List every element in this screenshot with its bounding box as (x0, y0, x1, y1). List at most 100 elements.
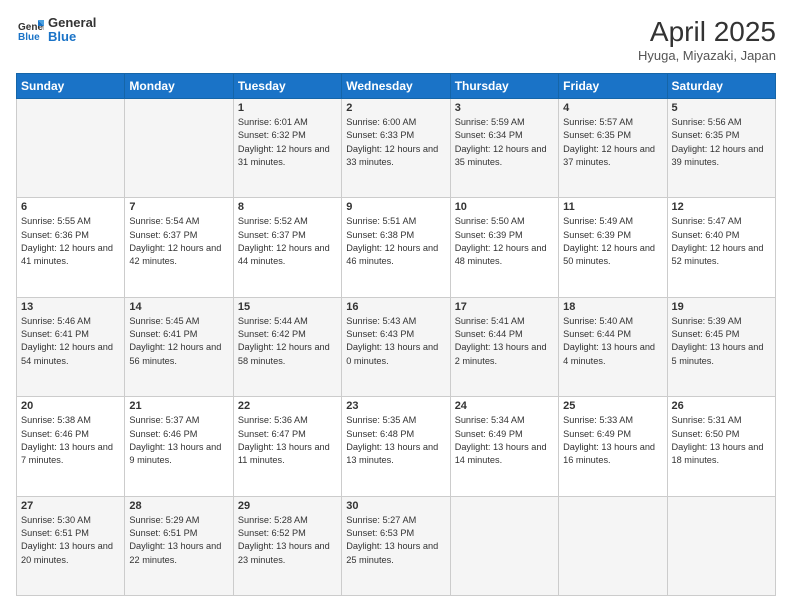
calendar-cell: 4 Sunrise: 5:57 AM Sunset: 6:35 PM Daylig… (559, 99, 667, 198)
calendar-cell: 30Sunrise: 5:27 AM Sunset: 6:53 PM Dayli… (342, 496, 450, 595)
weekday-header-row: SundayMondayTuesdayWednesdayThursdayFrid… (17, 74, 776, 99)
day-info: Sunrise: 5:47 AM Sunset: 6:40 PM Dayligh… (672, 215, 771, 268)
day-number: 5 (672, 102, 771, 114)
day-number: 11 (563, 201, 662, 213)
calendar-cell: 7 Sunrise: 5:54 AM Sunset: 6:37 PM Daylig… (125, 198, 233, 297)
day-number: 9 (346, 201, 445, 213)
page: General Blue General Blue April 2025 Hyu… (0, 0, 792, 612)
logo-general: General (48, 16, 96, 30)
calendar-cell (667, 496, 775, 595)
weekday-header: Thursday (450, 74, 558, 99)
day-info: Sunrise: 6:01 AM Sunset: 6:32 PM Dayligh… (238, 116, 337, 169)
day-number: 14 (129, 301, 228, 313)
day-info: Sunrise: 5:35 AM Sunset: 6:48 PM Dayligh… (346, 414, 445, 467)
day-info: Sunrise: 5:56 AM Sunset: 6:35 PM Dayligh… (672, 116, 771, 169)
logo-icon: General Blue (16, 16, 44, 44)
day-info: Sunrise: 5:54 AM Sunset: 6:37 PM Dayligh… (129, 215, 228, 268)
calendar-cell: 13Sunrise: 5:46 AM Sunset: 6:41 PM Dayli… (17, 297, 125, 396)
day-number: 15 (238, 301, 337, 313)
calendar-cell: 14 Sunrise: 5:45 AM Sunset: 6:41 PM Dayli… (125, 297, 233, 396)
day-number: 2 (346, 102, 445, 114)
day-info: Sunrise: 6:00 AM Sunset: 6:33 PM Dayligh… (346, 116, 445, 169)
day-info: Sunrise: 5:31 AM Sunset: 6:50 PM Dayligh… (672, 414, 771, 467)
day-number: 26 (672, 400, 771, 412)
day-info: Sunrise: 5:52 AM Sunset: 6:37 PM Dayligh… (238, 215, 337, 268)
day-number: 29 (238, 500, 337, 512)
calendar-cell: 6 Sunrise: 5:55 AM Sunset: 6:36 PM Daylig… (17, 198, 125, 297)
day-info: Sunrise: 5:55 AM Sunset: 6:36 PM Dayligh… (21, 215, 120, 268)
day-info: Sunrise: 5:30 AM Sunset: 6:51 PM Dayligh… (21, 514, 120, 567)
day-number: 22 (238, 400, 337, 412)
day-number: 6 (21, 201, 120, 213)
calendar-cell: 20 Sunrise: 5:38 AM Sunset: 6:46 PM Dayli… (17, 397, 125, 496)
day-info: Sunrise: 5:39 AM Sunset: 6:45 PM Dayligh… (672, 315, 771, 368)
calendar-cell: 1Sunrise: 6:01 AM Sunset: 6:32 PM Daylig… (233, 99, 341, 198)
day-info: Sunrise: 5:50 AM Sunset: 6:39 PM Dayligh… (455, 215, 554, 268)
day-number: 8 (238, 201, 337, 213)
calendar-week-row: 6 Sunrise: 5:55 AM Sunset: 6:36 PM Daylig… (17, 198, 776, 297)
weekday-header: Wednesday (342, 74, 450, 99)
day-number: 13 (21, 301, 120, 313)
day-info: Sunrise: 5:38 AM Sunset: 6:46 PM Dayligh… (21, 414, 120, 467)
calendar-cell: 2 Sunrise: 6:00 AM Sunset: 6:33 PM Daylig… (342, 99, 450, 198)
calendar-cell (125, 99, 233, 198)
calendar-week-row: 20 Sunrise: 5:38 AM Sunset: 6:46 PM Dayli… (17, 397, 776, 496)
day-number: 18 (563, 301, 662, 313)
day-number: 27 (21, 500, 120, 512)
calendar-cell: 16Sunrise: 5:43 AM Sunset: 6:43 PM Dayli… (342, 297, 450, 396)
day-number: 21 (129, 400, 228, 412)
day-number: 10 (455, 201, 554, 213)
calendar-cell: 12 Sunrise: 5:47 AM Sunset: 6:40 PM Dayli… (667, 198, 775, 297)
page-subtitle: Hyuga, Miyazaki, Japan (638, 48, 776, 63)
calendar-table: SundayMondayTuesdayWednesdayThursdayFrid… (16, 73, 776, 596)
day-number: 3 (455, 102, 554, 114)
day-number: 25 (563, 400, 662, 412)
day-number: 17 (455, 301, 554, 313)
day-info: Sunrise: 5:43 AM Sunset: 6:43 PM Dayligh… (346, 315, 445, 368)
weekday-header: Friday (559, 74, 667, 99)
logo-blue: Blue (48, 30, 96, 44)
calendar-cell: 21 Sunrise: 5:37 AM Sunset: 6:46 PM Dayli… (125, 397, 233, 496)
calendar-cell: 27 Sunrise: 5:30 AM Sunset: 6:51 PM Dayli… (17, 496, 125, 595)
day-info: Sunrise: 5:34 AM Sunset: 6:49 PM Dayligh… (455, 414, 554, 467)
calendar-cell: 28Sunrise: 5:29 AM Sunset: 6:51 PM Dayli… (125, 496, 233, 595)
calendar-cell: 26 Sunrise: 5:31 AM Sunset: 6:50 PM Dayli… (667, 397, 775, 496)
calendar-cell: 5 Sunrise: 5:56 AM Sunset: 6:35 PM Daylig… (667, 99, 775, 198)
day-info: Sunrise: 5:49 AM Sunset: 6:39 PM Dayligh… (563, 215, 662, 268)
page-title: April 2025 (638, 16, 776, 48)
day-info: Sunrise: 5:28 AM Sunset: 6:52 PM Dayligh… (238, 514, 337, 567)
day-info: Sunrise: 5:27 AM Sunset: 6:53 PM Dayligh… (346, 514, 445, 567)
day-info: Sunrise: 5:36 AM Sunset: 6:47 PM Dayligh… (238, 414, 337, 467)
weekday-header: Tuesday (233, 74, 341, 99)
calendar-cell: 15 Sunrise: 5:44 AM Sunset: 6:42 PM Dayli… (233, 297, 341, 396)
day-number: 23 (346, 400, 445, 412)
svg-text:Blue: Blue (18, 32, 40, 43)
day-info: Sunrise: 5:45 AM Sunset: 6:41 PM Dayligh… (129, 315, 228, 368)
day-number: 20 (21, 400, 120, 412)
header: General Blue General Blue April 2025 Hyu… (16, 16, 776, 63)
calendar-cell: 9 Sunrise: 5:51 AM Sunset: 6:38 PM Daylig… (342, 198, 450, 297)
calendar-cell: 18 Sunrise: 5:40 AM Sunset: 6:44 PM Dayli… (559, 297, 667, 396)
day-number: 24 (455, 400, 554, 412)
title-block: April 2025 Hyuga, Miyazaki, Japan (638, 16, 776, 63)
calendar-cell: 24 Sunrise: 5:34 AM Sunset: 6:49 PM Dayli… (450, 397, 558, 496)
day-number: 12 (672, 201, 771, 213)
day-number: 4 (563, 102, 662, 114)
calendar-cell (450, 496, 558, 595)
day-number: 19 (672, 301, 771, 313)
logo: General Blue General Blue (16, 16, 96, 45)
day-info: Sunrise: 5:44 AM Sunset: 6:42 PM Dayligh… (238, 315, 337, 368)
day-number: 7 (129, 201, 228, 213)
day-info: Sunrise: 5:57 AM Sunset: 6:35 PM Dayligh… (563, 116, 662, 169)
calendar-cell: 29 Sunrise: 5:28 AM Sunset: 6:52 PM Dayli… (233, 496, 341, 595)
day-info: Sunrise: 5:51 AM Sunset: 6:38 PM Dayligh… (346, 215, 445, 268)
calendar-cell: 25Sunrise: 5:33 AM Sunset: 6:49 PM Dayli… (559, 397, 667, 496)
day-info: Sunrise: 5:37 AM Sunset: 6:46 PM Dayligh… (129, 414, 228, 467)
calendar-week-row: 13Sunrise: 5:46 AM Sunset: 6:41 PM Dayli… (17, 297, 776, 396)
calendar-cell: 8 Sunrise: 5:52 AM Sunset: 6:37 PM Daylig… (233, 198, 341, 297)
day-info: Sunrise: 5:40 AM Sunset: 6:44 PM Dayligh… (563, 315, 662, 368)
day-number: 28 (129, 500, 228, 512)
calendar-cell (559, 496, 667, 595)
calendar-cell: 11 Sunrise: 5:49 AM Sunset: 6:39 PM Dayli… (559, 198, 667, 297)
calendar-week-row: 27 Sunrise: 5:30 AM Sunset: 6:51 PM Dayli… (17, 496, 776, 595)
